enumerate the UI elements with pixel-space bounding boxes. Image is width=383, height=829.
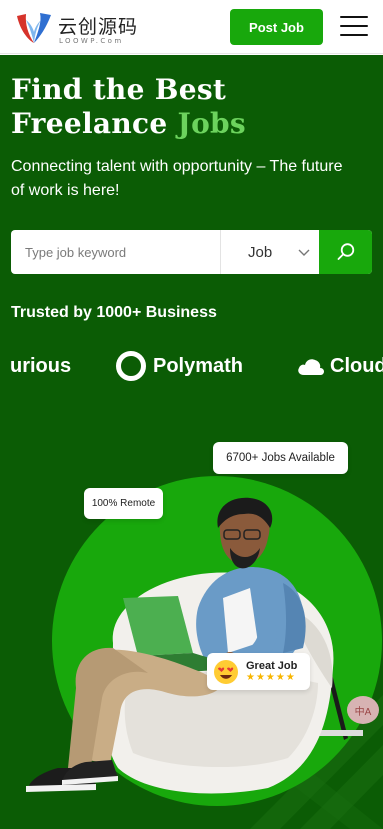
remote-badge: 100% Remote [84, 488, 163, 519]
hero-title-accent: Jobs [177, 107, 246, 140]
brand-logo-curious: urious [10, 348, 71, 384]
freelancer-illustration [26, 497, 363, 794]
polymath-ring-icon [116, 351, 146, 381]
hero-title-line2: Freelance [11, 107, 168, 140]
search-button[interactable] [319, 230, 372, 274]
great-job-badge: Great Job ★★★★★ [207, 653, 310, 690]
cloud-icon [298, 359, 324, 375]
logo-text: 云创源码 [58, 16, 139, 38]
logo-mark-icon [17, 13, 51, 43]
hero-section: Find the Best Freelance Jobs Connecting … [0, 55, 383, 829]
hero-title: Find the Best Freelance Jobs [11, 73, 246, 141]
job-category-value: Job [248, 243, 273, 261]
search-icon [337, 243, 354, 260]
logo-subtext: LOOWP.Com [59, 37, 124, 45]
hamburger-menu-icon[interactable] [340, 15, 368, 37]
heart-eyes-emoji-icon [214, 659, 238, 684]
rating-stars: ★★★★★ [246, 672, 296, 683]
brand-name: urious [10, 354, 72, 377]
post-job-button[interactable]: Post Job [230, 9, 323, 45]
hero-subtitle: Connecting talent with opportunity – The… [11, 158, 343, 199]
hero-title-line1: Find the Best [11, 73, 227, 106]
brand-logo-polymath: Polymath [116, 348, 243, 384]
trusted-heading: Trusted by 1000+ Business [11, 304, 217, 321]
brand-logo-cloud: Cloud [296, 348, 383, 384]
job-search-bar: Job [11, 230, 372, 274]
chevron-down-icon [298, 249, 310, 256]
great-job-label: Great Job [246, 660, 298, 672]
site-logo[interactable]: 云创源码 LOOWP.Com [14, 10, 144, 46]
brand-name: Cloud [330, 354, 383, 377]
translate-icon[interactable]: 中A [347, 696, 379, 724]
jobs-available-badge: 6700+ Jobs Available [213, 442, 348, 474]
brand-name: Polymath [153, 354, 244, 377]
job-keyword-input[interactable] [11, 230, 221, 274]
site-header: 云创源码 LOOWP.Com Post Job [0, 0, 383, 54]
job-category-select[interactable]: Job [221, 230, 319, 274]
